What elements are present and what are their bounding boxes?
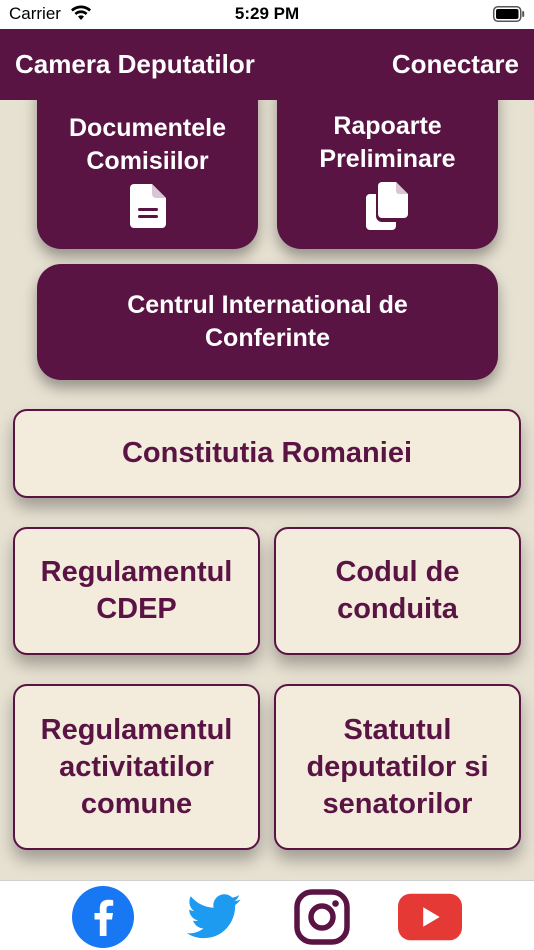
documents-copy-icon bbox=[365, 182, 410, 239]
document-icon bbox=[129, 184, 166, 237]
instagram-icon[interactable] bbox=[290, 885, 354, 949]
button-label-line: Preliminare bbox=[319, 145, 456, 173]
social-bar bbox=[0, 880, 534, 950]
constitutia-romaniei-button[interactable]: Constitutia Romaniei bbox=[13, 409, 521, 498]
twitter-icon[interactable] bbox=[182, 885, 246, 949]
clock: 5:29 PM bbox=[234, 4, 300, 23]
status-bar: Carrier 5:29 PM bbox=[0, 0, 534, 29]
codul-de-conduita-button[interactable]: Codul de conduita bbox=[274, 527, 521, 655]
button-label-line: Centrul International de bbox=[127, 291, 408, 319]
rapoarte-preliminare-button[interactable]: Rapoarte Preliminare bbox=[277, 100, 498, 249]
statutul-deputatilor-button[interactable]: Statutul deputatilor si senatorilor bbox=[274, 684, 521, 850]
battery-icon bbox=[493, 6, 525, 27]
button-label-line: Regulamentul bbox=[40, 713, 233, 746]
documente-comisiilor-button[interactable]: Documentele Comisiilor bbox=[37, 100, 258, 249]
button-label-line: activitatilor bbox=[59, 750, 214, 783]
page-title: Camera Deputatilor bbox=[15, 49, 255, 79]
regulamentul-cdep-button[interactable]: Regulamentul CDEP bbox=[13, 527, 260, 655]
button-label-line: Statutul bbox=[343, 713, 452, 746]
button-label-line: Documentele bbox=[69, 114, 226, 142]
youtube-icon[interactable] bbox=[398, 885, 462, 949]
button-label-line: senatorilor bbox=[322, 787, 473, 820]
main-menu[interactable]: Documentele Comisiilor Rapoarte Prelimin… bbox=[0, 100, 534, 880]
facebook-icon[interactable] bbox=[71, 885, 135, 949]
button-label-line: Regulamentul bbox=[40, 556, 233, 588]
button-label-line: Codul de bbox=[335, 556, 460, 588]
centrul-international-button[interactable]: Centrul International de Conferinte bbox=[37, 264, 498, 380]
navigation-bar: Camera Deputatilor Conectare bbox=[0, 29, 534, 100]
button-label-line: Conferinte bbox=[205, 324, 330, 352]
regulamentul-activitatilor-button[interactable]: Regulamentul activitatilor comune bbox=[13, 684, 260, 850]
button-label-line: Comisiilor bbox=[86, 147, 209, 175]
button-label-line: comune bbox=[80, 787, 193, 820]
button-label-line: conduita bbox=[337, 593, 458, 625]
button-label: Constitutia Romaniei bbox=[121, 437, 412, 469]
button-label-line: deputatilor si bbox=[306, 750, 489, 783]
button-label-line: Rapoarte bbox=[333, 112, 442, 140]
connect-button[interactable]: Conectare bbox=[392, 49, 519, 80]
button-label-line: CDEP bbox=[96, 593, 177, 625]
